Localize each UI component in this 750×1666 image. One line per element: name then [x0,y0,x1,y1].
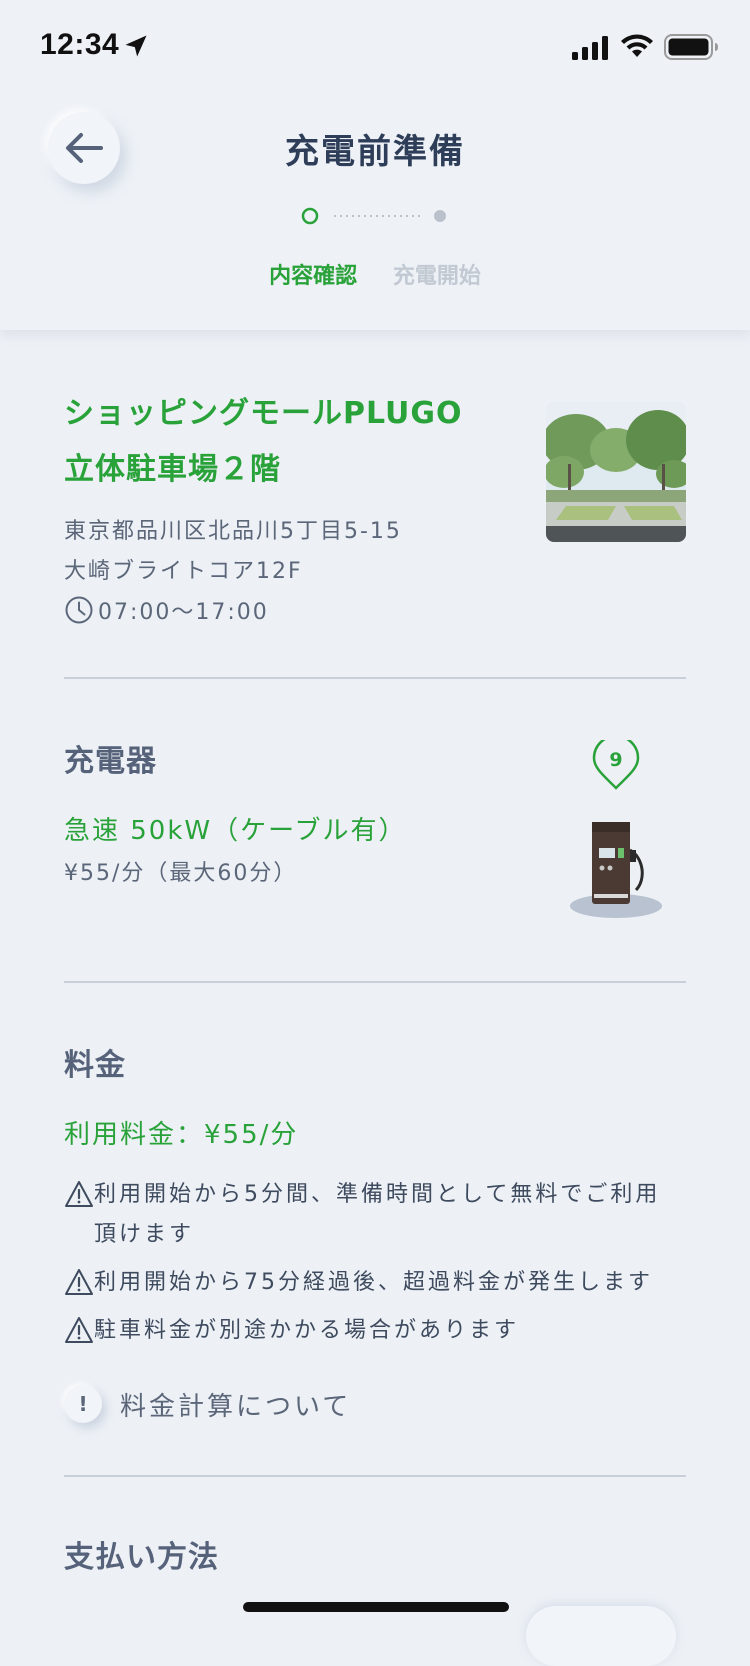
info-icon: ! [64,1385,102,1423]
status-bar: 12:34 [0,0,750,96]
bottom-action-button[interactable] [526,1606,676,1666]
divider [64,981,686,983]
station-name-line2: 立体駐車場２階 [64,452,281,487]
clock-icon [65,596,93,624]
warning-icon [65,1317,93,1343]
hours-text: 07:00～17:00 [98,600,269,625]
payment-section: 支払い方法 [64,1532,686,1576]
divider [64,677,686,679]
divider [64,1475,686,1477]
warning-icon [65,1269,93,1295]
fee-notice: 利用開始から75分経過後、超過料金が発生します [64,1263,686,1303]
wifi-icon [621,34,653,57]
station-name-line1: ショッピングモールPLUGO [64,396,463,431]
cellular-signal-icon [572,36,608,60]
fee-rate: 利用料金：¥55/分 [64,1120,299,1150]
fee-notice-text: 利用開始から5分間、準備時間として無料でご利用頂けます [94,1182,661,1247]
location-arrow-icon [125,35,147,57]
fee-notice: 駐車料金が別途かかる場合があります [64,1311,686,1351]
fee-notice-text: 駐車料金が別途かかる場合があります [94,1318,520,1343]
warning-icon [65,1181,93,1207]
header: 12:34 充電前準備 内容確認 充電開始 [0,0,750,330]
charger-graphic: 9 [570,740,662,918]
step-label-start: 充電開始 [392,264,481,289]
home-indicator[interactable] [243,1602,509,1612]
status-time: 12:34 [40,28,120,61]
address-line2: 大崎ブライトコア12F [64,559,303,584]
station-photo[interactable] [546,402,686,542]
charger-number: 9 [609,749,622,771]
business-hours: 07:00～17:00 [64,594,686,626]
fee-section: 料金 利用料金：¥55/分 利用開始から5分間、準備時間として無料でご利用頂けま… [64,1040,686,1423]
payment-section-title: 支払い方法 [64,1540,219,1575]
fee-calculation-label: 料金計算について [120,1391,352,1422]
step-label-confirm: 内容確認 [269,264,358,289]
fee-notice: 利用開始から5分間、準備時間として無料でご利用頂けます [64,1175,686,1255]
progress-stepper [301,207,446,225]
step-2-indicator [434,210,446,222]
fee-section-title: 料金 [64,1048,126,1083]
page-title: 充電前準備 [285,132,465,172]
step-1-indicator [301,207,319,225]
map-pin-icon: 9 [592,740,640,790]
step-labels: 内容確認 充電開始 [0,258,750,290]
battery-icon [664,34,718,60]
fee-notice-text: 利用開始から75分経過後、超過料金が発生します [94,1270,653,1295]
fee-calculation-button[interactable]: ! 料金計算について [64,1385,686,1423]
station-name: ショッピングモールPLUGO 立体駐車場２階 [64,386,504,498]
